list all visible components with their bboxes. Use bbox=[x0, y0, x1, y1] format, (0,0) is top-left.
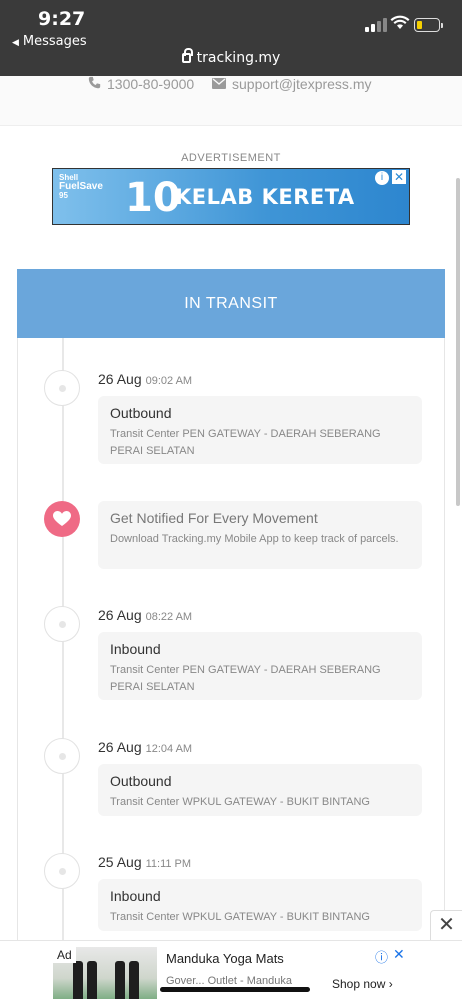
back-arrow-icon: ◀ bbox=[12, 38, 19, 48]
status-header: IN TRANSIT bbox=[17, 269, 445, 338]
event-title: Outbound bbox=[110, 405, 172, 421]
event-card: Outbound Transit Center PEN GATEWAY - DA… bbox=[98, 396, 422, 464]
ad-dismiss-icon[interactable]: ✕ bbox=[393, 946, 405, 963]
timeline-node bbox=[44, 853, 80, 889]
cellular-signal-icon bbox=[365, 18, 387, 32]
timeline-node bbox=[44, 606, 80, 642]
page-scrollbar[interactable] bbox=[456, 178, 460, 506]
ios-status-bar: 9:27 ◀ Messages tracking.my bbox=[0, 0, 462, 76]
event-title: Inbound bbox=[110, 641, 161, 657]
event-detail: Transit Center WPKUL GATEWAY - BUKIT BIN… bbox=[110, 796, 370, 808]
timeline-line bbox=[62, 338, 64, 1000]
email-contact[interactable]: support@jtexpress.my bbox=[212, 76, 371, 92]
wifi-icon bbox=[390, 15, 410, 29]
notify-card[interactable]: Get Notified For Every Movement Download… bbox=[98, 501, 422, 569]
ad-close-icon[interactable]: ✕ bbox=[392, 170, 406, 184]
url-text: tracking.my bbox=[196, 50, 281, 66]
phone-contact[interactable]: 1300-80-9000 bbox=[88, 76, 194, 92]
event-detail: Transit Center PEN GATEWAY - DAERAH SEBE… bbox=[110, 428, 381, 457]
event-detail: Transit Center PEN GATEWAY - DAERAH SEBE… bbox=[110, 664, 381, 693]
notify-title: Get Notified For Every Movement bbox=[110, 510, 318, 526]
notify-node bbox=[44, 501, 80, 537]
battery-icon bbox=[414, 18, 443, 32]
event-card: Inbound Transit Center WPKUL GATEWAY - B… bbox=[98, 879, 422, 931]
ad-headline: KELAB KERETA bbox=[175, 185, 355, 209]
event-date: 26 Aug 09:02 AM bbox=[98, 371, 193, 387]
event-date: 26 Aug 08:22 AM bbox=[98, 607, 193, 623]
ad-banner[interactable]: Shell FuelSave 95 10 KELAB KERETA i ✕ bbox=[52, 168, 410, 225]
event-card: Inbound Transit Center PEN GATEWAY - DAE… bbox=[98, 632, 422, 700]
close-icon: ✕ bbox=[438, 914, 455, 936]
chevron-right-icon: › bbox=[388, 977, 393, 991]
event-title: Outbound bbox=[110, 773, 172, 789]
event-card: Outbound Transit Center WPKUL GATEWAY - … bbox=[98, 764, 422, 816]
timeline-node bbox=[44, 370, 80, 406]
shop-now-button[interactable]: Shop now › bbox=[332, 977, 393, 991]
contact-strip: 1300-80-9000 support@jtexpress.my bbox=[0, 76, 462, 126]
ad-number: 10 bbox=[125, 175, 181, 221]
event-detail: Transit Center WPKUL GATEWAY - BUKIT BIN… bbox=[110, 911, 370, 923]
timeline-node bbox=[44, 738, 80, 774]
notify-detail: Download Tracking.my Mobile App to keep … bbox=[110, 533, 399, 545]
clock: 9:27 bbox=[38, 8, 86, 30]
event-date: 26 Aug 12:04 AM bbox=[98, 739, 193, 755]
ad-info-icon[interactable]: ⓘ bbox=[375, 947, 388, 966]
advertisement-label: ADVERTISEMENT bbox=[181, 152, 281, 164]
phone-number: 1300-80-9000 bbox=[107, 76, 195, 92]
mail-icon bbox=[212, 76, 226, 92]
ad-info-icon[interactable]: i bbox=[375, 171, 389, 185]
back-to-messages[interactable]: ◀ Messages bbox=[12, 34, 87, 49]
lock-icon bbox=[181, 48, 193, 63]
ad-subtitle: Gover... Outlet - Manduka bbox=[166, 975, 292, 987]
back-label: Messages bbox=[22, 34, 87, 49]
home-indicator[interactable] bbox=[160, 987, 310, 992]
ad-brand: Shell FuelSave 95 bbox=[59, 173, 103, 200]
ad-badge: Ad bbox=[53, 947, 76, 963]
event-date: 25 Aug 11:11 PM bbox=[98, 854, 192, 870]
event-title: Inbound bbox=[110, 888, 161, 904]
email-address: support@jtexpress.my bbox=[232, 76, 372, 92]
heart-icon bbox=[53, 511, 71, 526]
address-bar[interactable]: tracking.my bbox=[0, 48, 462, 66]
phone-icon bbox=[88, 76, 101, 92]
ad-title: Manduka Yoga Mats bbox=[166, 951, 284, 966]
close-ad-button[interactable]: ✕ bbox=[430, 910, 462, 940]
